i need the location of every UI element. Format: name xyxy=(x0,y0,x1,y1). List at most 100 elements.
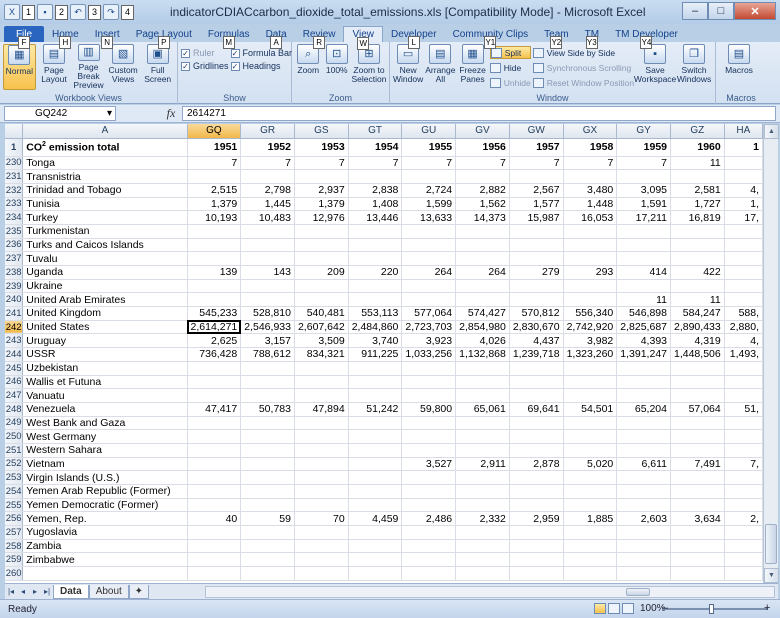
reset-window-position-button[interactable]: Reset Window Position xyxy=(532,76,634,89)
value-cell[interactable] xyxy=(670,169,725,184)
year-header-cell[interactable]: 1954 xyxy=(348,138,403,157)
value-cell[interactable] xyxy=(616,525,671,540)
value-cell[interactable]: 570,812 xyxy=(509,306,564,321)
value-cell[interactable] xyxy=(724,498,763,513)
value-cell[interactable] xyxy=(724,292,763,308)
value-cell[interactable]: 209 xyxy=(294,265,349,280)
tab-developer[interactable]: Developer L xyxy=(383,26,445,49)
undo-icon[interactable]: ↶ xyxy=(70,4,86,20)
value-cell[interactable]: 4,026 xyxy=(455,333,510,349)
value-cell[interactable] xyxy=(187,525,242,540)
value-cell[interactable]: 1,239,718 xyxy=(509,347,564,362)
value-cell[interactable]: 57,064 xyxy=(670,402,725,417)
value-cell[interactable] xyxy=(240,292,295,308)
value-cell[interactable] xyxy=(187,470,242,485)
value-cell[interactable] xyxy=(455,279,510,294)
year-header-cell[interactable]: 1956 xyxy=(455,138,510,157)
value-cell[interactable] xyxy=(616,361,671,376)
vertical-scroll-thumb[interactable] xyxy=(765,524,777,564)
value-cell[interactable]: 588, xyxy=(724,306,763,321)
country-cell[interactable]: Tunisia xyxy=(22,197,188,212)
value-cell[interactable] xyxy=(509,279,564,294)
value-cell[interactable] xyxy=(455,169,510,184)
year-header-cell[interactable]: 1953 xyxy=(294,138,349,157)
value-cell[interactable] xyxy=(240,416,295,431)
value-cell[interactable] xyxy=(348,416,403,431)
value-cell[interactable]: 911,225 xyxy=(348,347,403,362)
value-cell[interactable]: 4, xyxy=(724,333,763,349)
excel-logo-icon[interactable]: X xyxy=(4,4,20,20)
value-cell[interactable]: 279 xyxy=(509,265,564,280)
value-cell[interactable]: 59 xyxy=(240,511,295,527)
year-header-cell[interactable]: 1957 xyxy=(509,138,564,157)
value-cell[interactable] xyxy=(187,169,242,184)
value-cell[interactable] xyxy=(509,566,564,581)
value-cell[interactable] xyxy=(187,361,242,376)
value-cell[interactable] xyxy=(455,552,510,568)
row-header[interactable]: 246 xyxy=(5,375,24,390)
value-cell[interactable]: 7 xyxy=(294,156,349,171)
value-cell[interactable]: 70 xyxy=(294,511,349,527)
value-cell[interactable]: 1,448,506 xyxy=(670,347,725,362)
value-cell[interactable] xyxy=(401,498,457,513)
value-cell[interactable] xyxy=(563,443,618,458)
value-cell[interactable]: 545,233 xyxy=(187,306,242,321)
value-cell[interactable] xyxy=(348,251,403,266)
value-cell[interactable] xyxy=(455,416,510,431)
column-header[interactable]: GX xyxy=(563,124,618,139)
tab-view[interactable]: View W xyxy=(343,26,383,50)
row-header[interactable]: 247 xyxy=(5,388,24,403)
value-cell[interactable] xyxy=(240,457,295,472)
value-cell[interactable] xyxy=(724,251,763,266)
value-cell[interactable] xyxy=(348,361,403,376)
chevron-down-icon[interactable]: ▾ xyxy=(107,108,112,119)
row-header[interactable]: 232 xyxy=(5,183,24,198)
value-cell[interactable]: 220 xyxy=(348,265,403,280)
value-cell[interactable] xyxy=(294,375,349,390)
value-cell[interactable] xyxy=(348,457,403,472)
tab-community-clips[interactable]: Community Clips Y1 xyxy=(445,26,537,49)
value-cell[interactable]: 7 xyxy=(348,156,403,171)
value-cell[interactable]: 553,113 xyxy=(348,306,403,321)
value-cell[interactable]: 574,427 xyxy=(455,306,510,321)
row-header[interactable]: 233 xyxy=(5,197,24,212)
value-cell[interactable]: 1,493, xyxy=(724,347,763,362)
value-cell[interactable]: 47,417 xyxy=(187,402,242,417)
value-cell[interactable] xyxy=(348,539,403,554)
value-cell[interactable]: 7 xyxy=(187,156,242,171)
value-cell[interactable] xyxy=(240,375,295,390)
value-cell[interactable] xyxy=(670,484,725,499)
switch-windows-button[interactable]: ❐ Switch Windows xyxy=(676,44,712,90)
prev-sheet-icon[interactable]: ◂ xyxy=(17,587,29,596)
value-cell[interactable] xyxy=(401,224,457,239)
value-cell[interactable]: 2,581 xyxy=(670,183,725,198)
value-cell[interactable] xyxy=(509,238,564,253)
value-cell[interactable]: 40 xyxy=(187,511,242,527)
value-cell[interactable] xyxy=(616,169,671,184)
value-cell[interactable] xyxy=(240,539,295,554)
country-cell[interactable]: Venezuela xyxy=(22,402,188,417)
value-cell[interactable] xyxy=(509,361,564,376)
country-cell[interactable]: Uzbekistan xyxy=(22,361,188,376)
value-cell[interactable] xyxy=(240,484,295,499)
value-cell[interactable] xyxy=(509,525,564,540)
value-cell[interactable] xyxy=(348,292,403,308)
value-cell[interactable]: 2,880, xyxy=(724,320,763,335)
value-cell[interactable] xyxy=(187,566,242,581)
value-cell[interactable] xyxy=(616,416,671,431)
value-cell[interactable] xyxy=(616,388,671,403)
value-cell[interactable] xyxy=(724,265,763,280)
value-cell[interactable] xyxy=(563,292,618,308)
value-cell[interactable]: 2,484,860 xyxy=(348,320,403,335)
value-cell[interactable]: 2,937 xyxy=(294,183,349,198)
row-header[interactable]: 234 xyxy=(5,210,24,225)
value-cell[interactable] xyxy=(187,552,242,568)
value-cell[interactable]: 7 xyxy=(455,156,510,171)
value-cell[interactable]: 51, xyxy=(724,402,763,417)
value-cell[interactable] xyxy=(616,566,671,581)
value-cell[interactable] xyxy=(724,361,763,376)
value-cell[interactable] xyxy=(401,375,457,390)
value-cell[interactable] xyxy=(670,224,725,239)
value-cell[interactable] xyxy=(724,388,763,403)
value-cell[interactable]: 2,515 xyxy=(187,183,242,198)
